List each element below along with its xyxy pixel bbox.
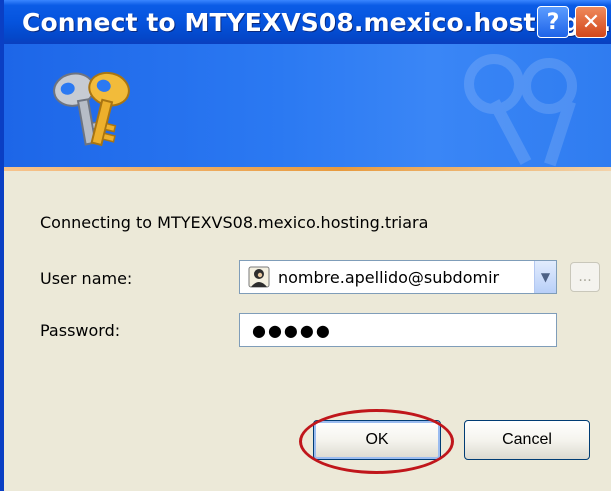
browse-button-label: ... (578, 269, 592, 285)
ok-highlight-ring (299, 409, 454, 474)
window-title: Connect to MTYEXVS08.mexico.hosting.t... (22, 8, 611, 37)
help-icon: ? (546, 9, 560, 35)
banner (4, 44, 611, 167)
keys-icon (53, 71, 130, 147)
user-icon (248, 266, 270, 288)
username-combobox[interactable]: nombre.apellido@subdomir ▼ (239, 260, 557, 294)
connect-dialog: Connect to MTYEXVS08.mexico.hosting.t...… (0, 0, 611, 491)
password-label: Password: (40, 321, 121, 340)
help-button[interactable]: ? (537, 6, 569, 38)
connecting-text: Connecting to MTYEXVS08.mexico.hosting.t… (40, 213, 429, 232)
cancel-button-label: Cancel (502, 431, 552, 448)
chevron-down-icon: ▼ (540, 270, 551, 284)
title-bar[interactable]: Connect to MTYEXVS08.mexico.hosting.t...… (4, 0, 611, 44)
close-icon: ✕ (581, 9, 601, 35)
browse-button[interactable]: ... (570, 262, 600, 292)
password-field[interactable] (239, 313, 557, 347)
close-button[interactable]: ✕ (575, 6, 607, 38)
username-value: nombre.apellido@subdomir (278, 268, 500, 287)
username-dropdown-button[interactable]: ▼ (534, 261, 556, 293)
cancel-button[interactable]: Cancel (464, 420, 590, 460)
username-label: User name: (40, 269, 133, 288)
keys-watermark-icon (464, 54, 577, 167)
